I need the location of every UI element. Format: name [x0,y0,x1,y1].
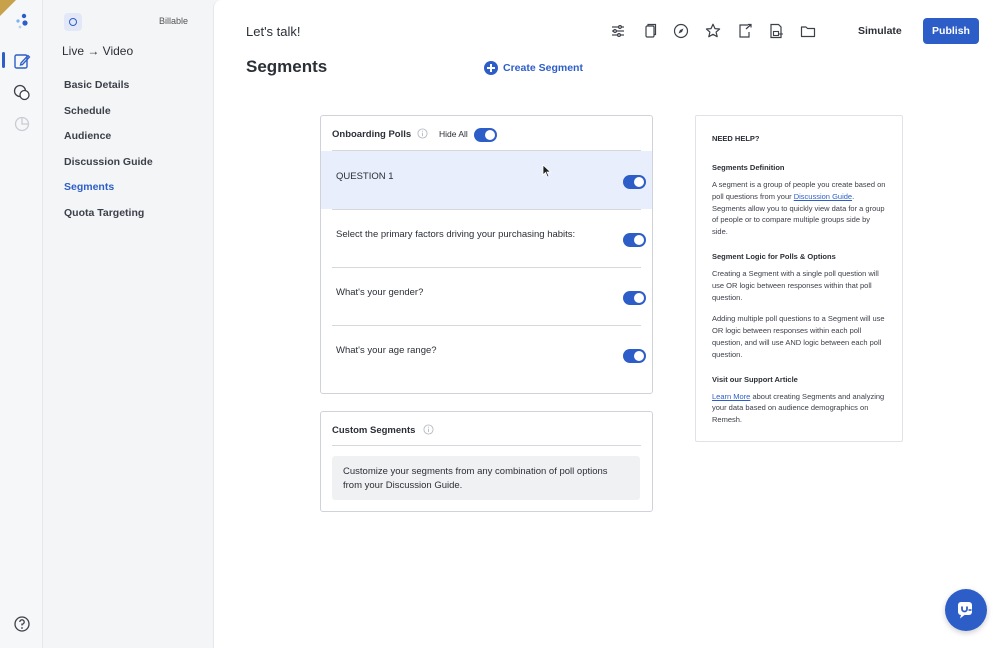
app-logo-icon[interactable] [12,12,32,32]
icon-rail [0,0,43,648]
question-row[interactable]: What's your age range? [321,325,652,383]
save-icon[interactable] [767,22,785,40]
question-toggle[interactable] [623,349,646,363]
question-row[interactable]: Select the primary factors driving your … [321,209,652,267]
help-paragraph: A segment is a group of people you creat… [712,179,886,238]
nav-audience[interactable]: Audience [64,130,153,156]
divider [332,445,641,446]
question-toggle[interactable] [623,233,646,247]
question-text: QUESTION 1 [336,171,394,182]
nav-discussion-guide[interactable]: Discussion Guide [64,156,153,182]
question-row[interactable]: What's your gender? [321,267,652,325]
simulate-button[interactable]: Simulate [858,25,902,37]
plus-circle-icon [484,61,498,75]
pie-chart-icon[interactable] [12,114,32,134]
mouse-cursor-icon [542,164,552,178]
help-title: NEED HELP? [712,134,760,143]
discussion-guide-link[interactable]: Discussion Guide [794,192,852,201]
billable-label: Billable [159,16,189,26]
nav-quota-targeting[interactable]: Quota Targeting [64,207,153,233]
help-section-title: Segments Definition [712,163,785,172]
question-toggle[interactable] [623,175,646,189]
study-title: Let's talk! [246,24,301,39]
chat-support-icon [958,602,972,619]
note-line: from your Discussion Guide. [343,480,463,491]
publish-button[interactable]: Publish [923,18,979,44]
nav-schedule[interactable]: Schedule [64,105,153,131]
help-paragraph: Adding multiple poll questions to a Segm… [712,314,885,359]
question-text: What's your age range? [336,345,437,356]
workspace-icon[interactable] [64,13,82,31]
custom-segments-title: Custom Segments [332,425,416,436]
learn-more-link[interactable]: Learn More [712,392,750,401]
help-icon[interactable] [12,614,32,634]
onboarding-polls-card: Onboarding Polls Hide All QUESTION 1 Sel… [320,115,653,394]
onboarding-polls-title: Onboarding Polls [332,129,412,140]
help-paragraph: Learn More about creating Segments and a… [712,391,886,426]
help-section-title: Visit our Support Article [712,374,798,384]
folder-icon[interactable] [799,22,817,40]
create-segment-label: Create Segment [503,62,583,74]
custom-segments-card: Custom Segments Customize your segments … [320,411,653,512]
main-panel: Let's talk! Simulate Publish Segments Cr… [213,0,1000,648]
info-icon[interactable] [423,424,434,435]
project-name: Live → Video [62,44,134,58]
question-text: Select the primary factors driving your … [336,229,576,240]
nav-segments[interactable]: Segments [64,181,153,207]
edit-icon[interactable] [12,51,32,71]
compass-icon[interactable] [672,22,690,40]
study-nav: Basic Details Schedule Audience Discussi… [64,79,153,233]
hide-all-toggle[interactable] [474,128,497,142]
note-line: Customize your segments from any combina… [343,466,608,477]
active-nav-indicator [2,52,5,68]
export-icon[interactable] [736,22,754,40]
help-section-title: Segment Logic for Polls & Options [712,251,836,261]
support-chat-button[interactable] [945,589,987,631]
help-panel: NEED HELP? Segments Definition A segment… [695,115,903,442]
hide-all-label: Hide All [439,129,468,139]
sliders-icon[interactable] [609,22,627,40]
study-sidebar: Billable Live → Video Basic Details Sche… [44,0,213,648]
question-row[interactable]: QUESTION 1 [321,151,652,209]
star-icon[interactable] [704,22,722,40]
help-paragraph: Creating a Segment with a single poll qu… [712,268,879,302]
question-toggle[interactable] [623,291,646,305]
nav-basic-details[interactable]: Basic Details [64,79,153,105]
copy-icon[interactable] [641,22,659,40]
custom-segments-note: Customize your segments from any combina… [332,456,640,500]
info-icon[interactable] [417,128,428,139]
question-text: What's your gender? [336,287,424,298]
chat-bubbles-icon[interactable] [12,83,32,103]
page-title: Segments [246,57,328,76]
